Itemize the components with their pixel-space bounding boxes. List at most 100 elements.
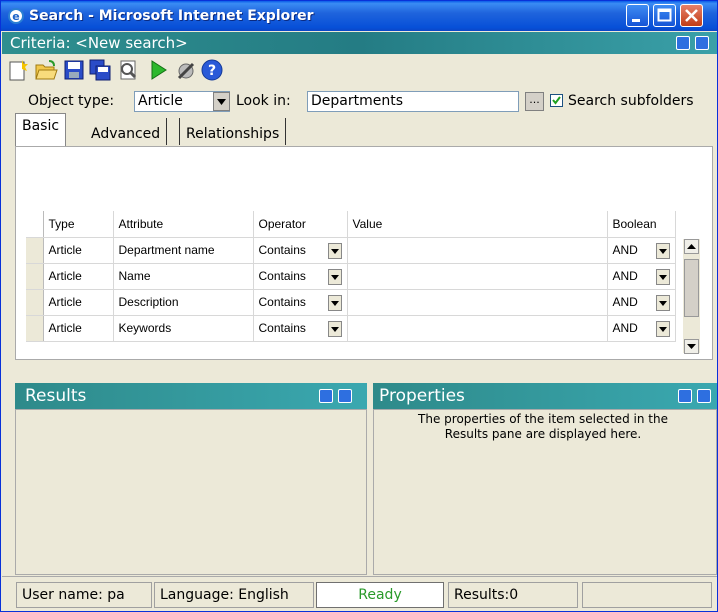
grid-vertical-scrollbar[interactable] — [683, 239, 700, 354]
chevron-down-icon — [658, 248, 667, 254]
row-header-cell[interactable] — [26, 315, 44, 342]
status-user: User name: pa — [16, 582, 152, 608]
cell-operator[interactable]: Contains — [253, 263, 348, 290]
tab-basic[interactable]: Basic — [15, 113, 67, 147]
tab-relationships[interactable]: Relationships — [179, 118, 287, 145]
boolean-value: AND — [612, 269, 638, 283]
properties-description: The properties of the item selected in t… — [374, 412, 712, 442]
status-language: Language: English — [154, 582, 314, 608]
look-in-value: Departments — [311, 93, 404, 109]
cell-operator[interactable]: Contains — [253, 237, 348, 264]
criteria-tabs: Basic Advanced Relationships — [15, 113, 715, 147]
close-button[interactable] — [680, 4, 703, 27]
row-header-cell[interactable] — [26, 263, 44, 290]
column-header-boolean: Boolean — [607, 211, 676, 238]
maximize-button[interactable] — [653, 4, 676, 27]
tab-advanced[interactable]: Advanced — [85, 118, 168, 145]
column-header-type: Type — [43, 211, 114, 238]
run-icon[interactable] — [146, 58, 170, 82]
operator-dropdown-button[interactable] — [327, 242, 342, 259]
open-folder-icon[interactable] — [34, 58, 58, 82]
tools-icon[interactable] — [174, 58, 198, 82]
properties-pane: The properties of the item selected in t… — [373, 409, 717, 575]
pane-minimize-button[interactable] — [676, 36, 690, 50]
cell-boolean[interactable]: AND — [607, 237, 676, 264]
scroll-thumb[interactable] — [684, 259, 699, 317]
minimize-icon — [632, 19, 640, 22]
object-type-value: Article — [138, 93, 183, 109]
pane-maximize-button[interactable] — [695, 36, 709, 50]
properties-collapse-button[interactable] — [678, 389, 692, 403]
cell-attribute: Department name — [113, 237, 254, 264]
table-row[interactable]: Article Description Contains AND — [26, 289, 676, 316]
main-window: e Search - Microsoft Internet Explorer C… — [0, 0, 718, 612]
boolean-dropdown-button[interactable] — [655, 242, 670, 259]
look-in-field[interactable]: Departments — [307, 91, 519, 112]
cell-value[interactable] — [347, 263, 608, 290]
chevron-down-icon — [330, 300, 339, 306]
criteria-table: Type Attribute Operator Value Boolean Ar… — [26, 211, 676, 342]
properties-pane-header: Properties — [373, 383, 717, 409]
horizontal-splitter[interactable] — [2, 367, 717, 381]
results-expand-button[interactable] — [338, 389, 352, 403]
criteria-grid-panel: Type Attribute Operator Value Boolean Ar… — [15, 146, 713, 360]
checkmark-icon — [552, 96, 561, 105]
properties-title: Properties — [379, 386, 465, 406]
table-row[interactable]: Article Name Contains AND — [26, 263, 676, 290]
operator-value: Contains — [258, 295, 306, 309]
cell-boolean[interactable]: AND — [607, 263, 676, 290]
cell-value[interactable] — [347, 315, 608, 342]
cell-operator[interactable]: Contains — [253, 289, 348, 316]
look-in-label: Look in: — [236, 93, 291, 109]
operator-dropdown-button[interactable] — [327, 268, 342, 285]
column-header-operator: Operator — [253, 211, 348, 238]
status-bar: User name: pa Language: English Ready Re… — [2, 576, 717, 611]
maximize-icon — [657, 8, 672, 22]
title-bar[interactable]: e Search - Microsoft Internet Explorer — [1, 1, 717, 31]
cell-operator[interactable]: Contains — [253, 315, 348, 342]
chevron-down-icon — [330, 248, 339, 254]
boolean-value: AND — [612, 295, 638, 309]
table-row[interactable]: Article Keywords Contains AND — [26, 315, 676, 342]
boolean-dropdown-button[interactable] — [655, 320, 670, 337]
boolean-dropdown-button[interactable] — [655, 294, 670, 311]
properties-expand-button[interactable] — [697, 389, 711, 403]
operator-dropdown-button[interactable] — [327, 294, 342, 311]
results-pane-header: Results — [15, 383, 367, 409]
column-header-attribute: Attribute — [113, 211, 254, 238]
scroll-down-button[interactable] — [684, 339, 699, 354]
new-icon[interactable] — [6, 58, 30, 82]
cell-attribute: Name — [113, 263, 254, 290]
svg-text:e: e — [12, 10, 19, 23]
status-results-count: Results:0 — [448, 582, 578, 608]
help-icon[interactable]: ? — [200, 58, 224, 82]
cell-attribute: Description — [113, 289, 254, 316]
minimize-button[interactable] — [626, 4, 649, 27]
chevron-down-icon — [330, 326, 339, 332]
cell-boolean[interactable]: AND — [607, 289, 676, 316]
cell-value[interactable] — [347, 237, 608, 264]
cell-boolean[interactable]: AND — [607, 315, 676, 342]
search-subfolders-checkbox[interactable] — [550, 94, 563, 107]
boolean-dropdown-button[interactable] — [655, 268, 670, 285]
properties-text-line: Results pane are displayed here. — [444, 427, 642, 441]
scroll-up-button[interactable] — [684, 239, 699, 254]
object-type-dropdown-button[interactable] — [213, 92, 230, 111]
internet-explorer-icon: e — [8, 8, 24, 24]
operator-dropdown-button[interactable] — [327, 320, 342, 337]
preview-icon[interactable] — [116, 58, 140, 82]
results-pane[interactable] — [15, 409, 367, 575]
operator-value: Contains — [258, 321, 306, 335]
row-header-cell[interactable] — [26, 289, 44, 316]
criteria-pane-header: Criteria: <New search> — [2, 32, 717, 54]
chevron-down-icon — [658, 300, 667, 306]
results-collapse-button[interactable] — [319, 389, 333, 403]
row-header-cell[interactable] — [26, 237, 44, 264]
save-icon[interactable] — [62, 58, 86, 82]
close-icon — [685, 9, 698, 22]
cell-value[interactable] — [347, 289, 608, 316]
table-header-row: Type Attribute Operator Value Boolean — [26, 211, 676, 238]
save-all-icon[interactable] — [88, 58, 112, 82]
browse-button[interactable]: ... — [525, 92, 544, 111]
table-row[interactable]: Article Department name Contains AND — [26, 237, 676, 264]
